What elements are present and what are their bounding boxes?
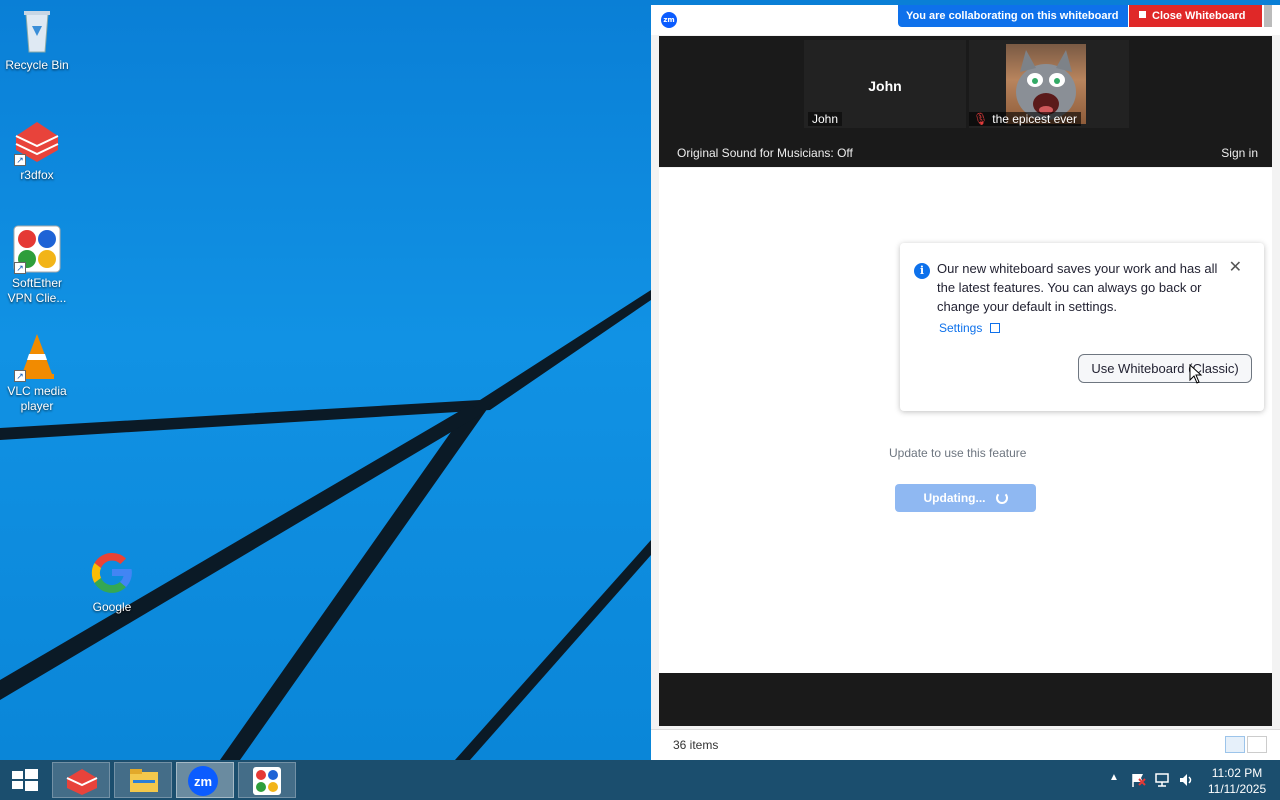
recycle-bin-icon: [12, 6, 62, 56]
vlc-icon: ↗: [12, 332, 62, 382]
taskbar-zoom[interactable]: zm: [176, 762, 234, 798]
participant-tile-epicest[interactable]: 🎙 the epicest ever: [969, 40, 1129, 128]
action-center-flag-icon[interactable]: [1130, 772, 1146, 800]
taskbar-r3dfox[interactable]: [52, 762, 110, 798]
zoom-logo-icon: zm: [661, 12, 677, 28]
video-strip: John John 🎙 the epicest ever Original Sou…: [659, 36, 1272, 167]
taskbar: zm ▲ 11:02 PM 11/11/2025: [0, 760, 1280, 800]
file-explorer-icon: [130, 769, 158, 792]
collaboration-banner: You are collaborating on this whiteboard: [898, 5, 1129, 27]
updating-label: Updating...: [923, 491, 986, 505]
desktop-icon-softether[interactable]: ↗ SoftEther VPN Clie...: [0, 224, 74, 306]
close-whiteboard-button[interactable]: Close Whiteboard: [1129, 5, 1262, 27]
participant-display-name: John: [868, 78, 902, 94]
windows-start-icon[interactable]: [10, 768, 38, 792]
desktop-icon-label: r3dfox: [20, 168, 54, 182]
updating-button[interactable]: Updating...: [895, 484, 1036, 512]
shortcut-arrow-icon: ↗: [14, 262, 26, 274]
use-whiteboard-classic-button[interactable]: Use Whiteboard (Classic): [1078, 354, 1252, 383]
participant-name: the epicest ever: [992, 112, 1077, 126]
desktop-icon-label: Recycle Bin: [5, 58, 69, 72]
large-icons-view-icon[interactable]: [1247, 736, 1267, 753]
shortcut-arrow-icon: ↗: [14, 370, 26, 382]
clock[interactable]: 11:02 PM 11/11/2025: [1202, 765, 1272, 797]
details-view-icon[interactable]: [1225, 736, 1245, 753]
mic-muted-icon: 🎙: [973, 112, 989, 126]
network-icon[interactable]: [1154, 772, 1170, 800]
zoom-titlebar[interactable]: zm You are collaborating on this whitebo…: [651, 5, 1280, 35]
external-link-icon: [990, 323, 1001, 333]
settings-link[interactable]: Settings: [939, 321, 1001, 335]
info-icon: i: [914, 263, 930, 279]
volume-icon[interactable]: [1178, 772, 1194, 800]
status-bar: 36 items: [651, 729, 1280, 760]
taskbar-softether[interactable]: [238, 762, 296, 798]
item-count: 36 items: [673, 738, 719, 752]
r3dfox-icon: [66, 769, 98, 795]
taskbar-file-explorer[interactable]: [114, 762, 172, 798]
shortcut-arrow-icon: ↗: [14, 154, 26, 166]
original-sound-toggle[interactable]: Original Sound for Musicians: Off: [677, 139, 853, 167]
clock-time: 11:02 PM: [1211, 766, 1263, 780]
popup-message: Our new whiteboard saves your work and h…: [937, 261, 1218, 314]
sign-in-link[interactable]: Sign in: [1221, 139, 1258, 167]
sound-bar: Original Sound for Musicians: Off Sign i…: [659, 139, 1272, 167]
titlebar-scroll: [1264, 5, 1272, 27]
r3dfox-icon: ↗: [12, 116, 62, 166]
clock-date: 11/11/2025: [1207, 782, 1267, 796]
bottom-strip: [659, 673, 1272, 726]
whiteboard-area: i Our new whiteboard saves your work and…: [659, 168, 1272, 673]
zoom-window: zm You are collaborating on this whitebo…: [651, 5, 1280, 760]
mouse-cursor-icon: [1189, 364, 1203, 384]
softether-vpn-icon: ↗: [12, 224, 62, 274]
google-icon: [87, 548, 137, 598]
svg-text:zm: zm: [194, 774, 212, 789]
close-icon[interactable]: ✕: [1229, 257, 1242, 277]
desktop-icon-label: Google: [92, 600, 132, 614]
softether-vpn-icon: [253, 767, 281, 795]
participant-tile-john[interactable]: John John: [804, 40, 966, 128]
new-whiteboard-popup: i Our new whiteboard saves your work and…: [900, 243, 1264, 411]
update-message: Update to use this feature: [889, 446, 1027, 460]
participant-label: 🎙 the epicest ever: [969, 112, 1081, 126]
desktop-icon-recycle-bin[interactable]: Recycle Bin: [0, 6, 74, 73]
spinner-icon: [995, 492, 1008, 504]
zoom-icon: zm: [188, 766, 218, 796]
desktop-icon-label: VLC media player: [7, 384, 67, 413]
settings-link-label: Settings: [939, 321, 983, 335]
desktop-icon-r3dfox[interactable]: ↗ r3dfox: [0, 116, 74, 183]
participant-label: John: [808, 112, 843, 126]
close-whiteboard-label: Close Whiteboard: [1152, 10, 1246, 22]
desktop-icon-vlc[interactable]: ↗ VLC media player: [0, 332, 74, 414]
desktop-icon-label: SoftEther VPN Clie...: [7, 276, 67, 305]
desktop-icon-google[interactable]: Google: [75, 548, 149, 615]
tray-chevron-up-icon[interactable]: ▲: [1109, 772, 1119, 800]
stop-icon: [1139, 11, 1146, 18]
